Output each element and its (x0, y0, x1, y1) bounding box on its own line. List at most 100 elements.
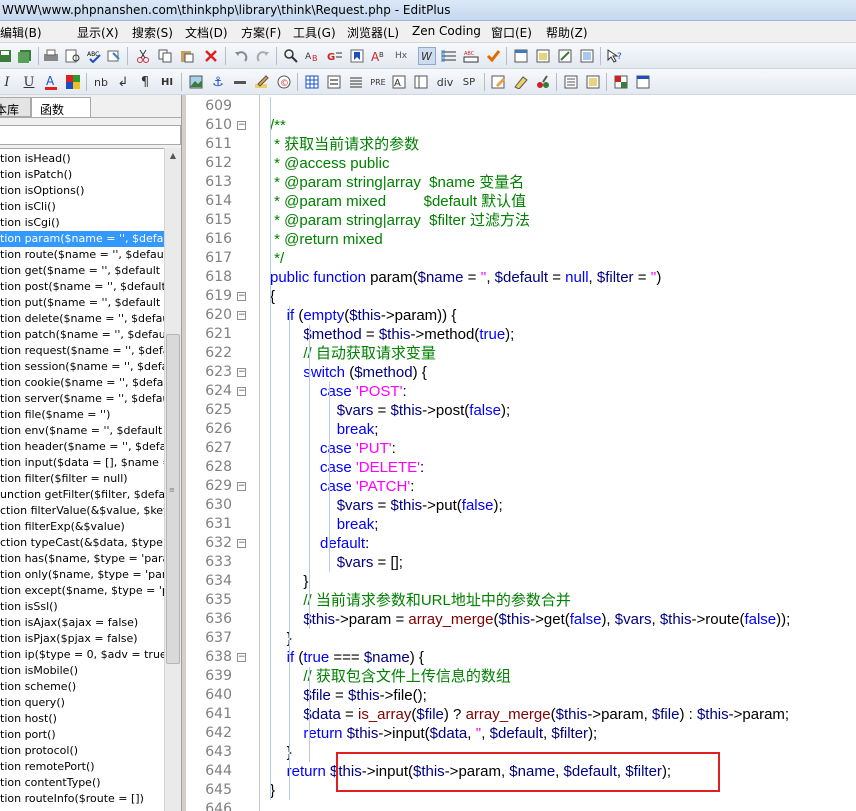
font-color-icon[interactable]: A (42, 73, 60, 91)
replace-icon[interactable]: AB (304, 47, 322, 65)
tab-functions[interactable]: 函数 (31, 97, 91, 117)
function-list-item[interactable]: tion isHead() (0, 151, 164, 167)
code-line[interactable]: break; (270, 515, 379, 534)
code-line[interactable]: $file = $this->file(); (270, 686, 426, 705)
function-list-item[interactable]: tion scheme() (0, 679, 164, 695)
function-list-item[interactable]: tion protocol() (0, 743, 164, 759)
function-list-item[interactable]: tion get($name = '', $default = (0, 263, 164, 279)
function-list-item[interactable]: tion remotePort() (0, 759, 164, 775)
function-list-scrollbar[interactable]: ▲ ≡ (164, 148, 181, 811)
function-list-item[interactable]: tion route($name = '', $default = (0, 247, 164, 263)
ruler-icon[interactable]: ABC (462, 47, 480, 65)
function-list[interactable]: tion isHead() tion isPatch() tion isOption… (0, 148, 164, 811)
fold-toggle-icon[interactable]: − (237, 121, 246, 130)
code-line[interactable]: default: (270, 534, 369, 553)
spellcheck-icon[interactable]: ABC (86, 47, 104, 65)
function-list-item[interactable]: tion host() (0, 711, 164, 727)
menu-zen-coding[interactable]: Zen Coding (412, 24, 481, 38)
code-line[interactable]: case 'PATCH': (270, 477, 414, 496)
check-icon[interactable] (484, 47, 502, 65)
delete-icon[interactable] (202, 47, 220, 65)
fold-toggle-icon[interactable]: − (237, 368, 246, 377)
tab-cliptext[interactable]: 文本库 (0, 97, 31, 117)
goto-line-icon[interactable]: G (326, 47, 344, 65)
edit-style-icon[interactable] (490, 73, 508, 91)
function-list-item[interactable]: tion session($name = '', $defau (0, 359, 164, 375)
code-line[interactable]: $vars = $this->put(false); (270, 496, 503, 515)
function-list-item[interactable]: tion isAjax($ajax = false) (0, 615, 164, 631)
code-line[interactable]: * @param string|array $filter 过滤方法 (270, 211, 530, 230)
code-line[interactable]: * @param string|array $name 变量名 (270, 173, 524, 192)
scrollbar-thumb[interactable] (166, 334, 180, 664)
menu-edit[interactable]: 编辑(B) (0, 24, 42, 41)
window-icon-4[interactable] (578, 47, 596, 65)
paste-icon[interactable] (178, 47, 196, 65)
font-icon[interactable]: AB (370, 47, 388, 65)
span-button[interactable]: SP (460, 73, 478, 91)
function-list-item[interactable]: tion delete($name = '', $default (0, 311, 164, 327)
marker-icon[interactable] (512, 73, 530, 91)
form-icon[interactable] (325, 73, 343, 91)
function-list-item[interactable]: tion cookie($name = '', $defaul (0, 375, 164, 391)
menu-search[interactable]: 搜索(S) (132, 24, 173, 41)
font-tag-icon[interactable]: A (391, 73, 409, 91)
comment-pen-icon[interactable] (253, 73, 271, 91)
menu-document[interactable]: 文档(D) (185, 24, 228, 41)
function-list-item[interactable]: tion file($name = '') (0, 407, 164, 423)
code-line[interactable]: /** (270, 116, 286, 135)
table-icon[interactable] (303, 73, 321, 91)
function-list-item[interactable]: tion header($name = '', $defau (0, 439, 164, 455)
code-line[interactable]: $method = $this->method(true); (270, 325, 514, 344)
function-list-item[interactable]: tion isCgi() (0, 215, 164, 231)
undo-icon[interactable] (232, 47, 250, 65)
hex-viewer-icon[interactable]: Hx (392, 47, 410, 65)
help-icon[interactable]: ? (606, 47, 624, 65)
menu-scheme[interactable]: 方案(F) (241, 24, 281, 41)
code-line[interactable]: $this->param = array_merge($this->get(fa… (270, 610, 790, 629)
code-line[interactable]: public function param($name = '', $defau… (270, 268, 661, 287)
view-icon-2[interactable] (584, 73, 602, 91)
find-icon[interactable] (282, 47, 300, 65)
code-line[interactable]: $data = is_array($file) ? array_merge($t… (270, 705, 789, 724)
heading-button[interactable]: HI (158, 73, 176, 91)
function-list-item[interactable]: tion port() (0, 727, 164, 743)
line-number-icon[interactable] (440, 47, 458, 65)
cliptext-icon[interactable] (634, 73, 652, 91)
function-list-item[interactable]: tion isSsl() (0, 599, 164, 615)
code-line[interactable]: if (true === $name) { (270, 648, 424, 667)
fold-toggle-icon[interactable]: − (237, 387, 246, 396)
fold-toggle-icon[interactable]: − (237, 311, 246, 320)
function-list-item[interactable]: ction typeCast(&$data, $type) (0, 535, 164, 551)
function-list-item[interactable]: tion routeInfo($route = []) (0, 791, 164, 807)
frame-icon[interactable] (412, 73, 430, 91)
menu-help[interactable]: 帮助(Z) (546, 24, 588, 41)
cut-icon[interactable] (134, 47, 152, 65)
code-editor[interactable]: 609 610−611 612 613 614 615 616 617 618 619−620−6… (186, 95, 856, 811)
nbsp-button[interactable]: nb (92, 73, 110, 91)
function-list-item[interactable]: tion isCli() (0, 199, 164, 215)
function-list-item[interactable]: tion has($name, $type = 'paran (0, 551, 164, 567)
code-line[interactable]: break; (270, 420, 379, 439)
function-list-item[interactable]: tion input($data = [], $name = (0, 455, 164, 471)
code-line[interactable]: $vars = $this->post(false); (270, 401, 510, 420)
code-line[interactable]: if (empty($this->param)) { (270, 306, 457, 325)
function-list-item[interactable]: tion isPjax($pjax = false) (0, 631, 164, 647)
anchor-icon[interactable]: ⚓ (209, 73, 227, 91)
menu-browser[interactable]: 浏览器(L) (347, 24, 399, 41)
function-list-item[interactable]: tion except($name, $type = 'pa (0, 583, 164, 599)
function-list-item[interactable]: tion patch($name = '', $default (0, 327, 164, 343)
function-list-item[interactable]: tion filter($filter = null) (0, 471, 164, 487)
code-line[interactable]: * 获取当前请求的参数 (270, 135, 419, 154)
window-icon-3[interactable] (556, 47, 574, 65)
function-list-item[interactable]: tion filterExp(&$value) (0, 519, 164, 535)
function-list-item[interactable]: tion param($name = '', $default (0, 231, 164, 247)
underline-button[interactable]: U (20, 73, 38, 91)
function-list-item[interactable]: ction filterValue(&$value, $key, (0, 503, 164, 519)
function-list-item[interactable]: tion ip($type = 0, $adv = true) (0, 647, 164, 663)
save-all-icon[interactable] (16, 47, 34, 65)
browser-icon[interactable] (612, 73, 630, 91)
view-icon-1[interactable] (562, 73, 580, 91)
code-line[interactable]: return $this->input($data, '', $default,… (270, 724, 597, 743)
fold-toggle-icon[interactable]: − (237, 482, 246, 491)
horizontal-rule-icon[interactable] (231, 73, 249, 91)
